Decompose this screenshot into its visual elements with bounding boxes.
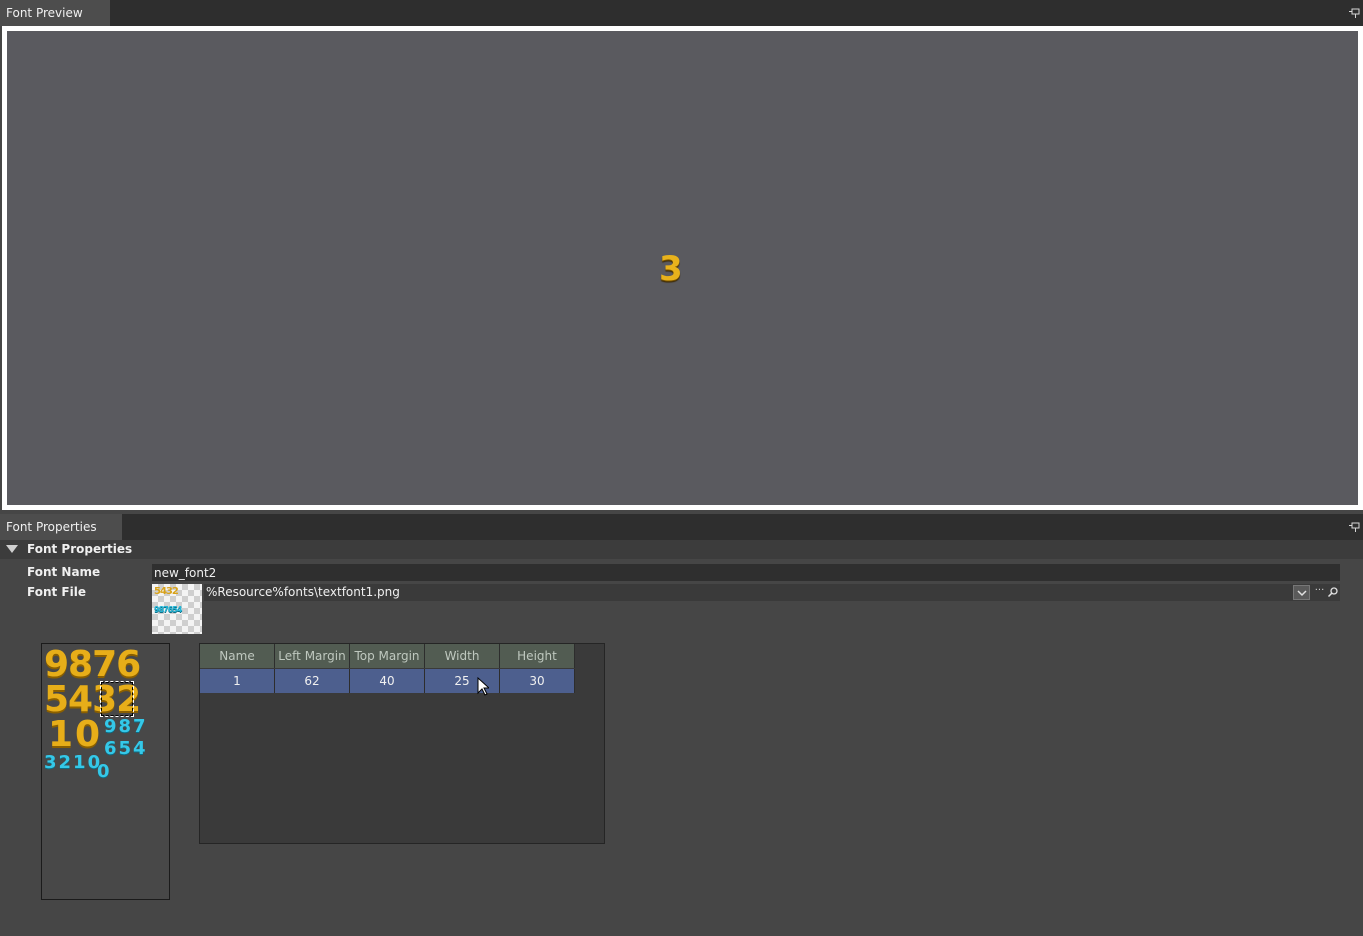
triangle-down-icon[interactable] [6, 545, 18, 553]
font-preview-area: 3 [2, 26, 1363, 510]
atlas-glyphs-row[interactable]: 0 [97, 761, 110, 782]
glyph-table: Name Left Margin Top Margin Width Height… [199, 643, 605, 844]
font-file-thumbnail: 5432 987654 [152, 584, 202, 634]
column-header-height[interactable]: Height [500, 644, 575, 668]
section-header-font-properties[interactable]: Font Properties [0, 540, 1363, 559]
thumbnail-digits-gold: 5432 [154, 586, 179, 597]
font-properties-body: Font Properties Font Name Font File 5432… [0, 540, 1363, 936]
column-header-top-margin[interactable]: Top Margin [350, 644, 425, 668]
cell-left-margin[interactable]: 62 [275, 669, 350, 693]
font-preview-canvas: 3 [7, 31, 1358, 505]
search-icon[interactable] [1327, 586, 1339, 598]
chevron-down-icon [1297, 590, 1307, 597]
cell-top-margin[interactable]: 40 [350, 669, 425, 693]
pin-icon[interactable] [1349, 8, 1360, 19]
font-texture-atlas[interactable]: 9876 5432 10 987 654 3210 0 [41, 643, 170, 900]
font-file-label: Font File [27, 585, 86, 599]
cell-height[interactable]: 30 [500, 669, 575, 693]
cell-name[interactable]: 1 [200, 669, 275, 693]
atlas-glyphs-row[interactable]: 987 [104, 716, 148, 737]
font-file-field[interactable]: %Resource%fonts\textfont1.png [204, 584, 1340, 601]
atlas-glyphs-row[interactable]: 654 [104, 738, 148, 759]
font-preview-tabbar: Font Preview [0, 0, 1363, 26]
preview-glyph: 3 [659, 249, 683, 289]
font-properties-tabbar: Font Properties [0, 514, 1363, 540]
font-name-label: Font Name [27, 565, 101, 579]
glyph-selection-box[interactable] [100, 681, 134, 717]
tab-font-preview[interactable]: Font Preview [0, 0, 110, 26]
atlas-glyphs-row[interactable]: 10 [48, 714, 102, 755]
pin-icon[interactable] [1349, 522, 1360, 533]
column-header-name[interactable]: Name [200, 644, 275, 668]
mouse-cursor-icon [477, 677, 489, 696]
column-header-width[interactable]: Width [425, 644, 500, 668]
column-header-left-margin[interactable]: Left Margin [275, 644, 350, 668]
atlas-glyphs-row[interactable]: 3210 [44, 752, 102, 773]
section-title: Font Properties [27, 542, 133, 556]
font-name-field[interactable] [152, 564, 1340, 581]
thumbnail-digits-cyan: 987654 [154, 605, 182, 614]
tab-font-properties[interactable]: Font Properties [0, 514, 122, 540]
font-file-dropdown-button[interactable] [1293, 585, 1310, 600]
browse-button[interactable]: ··· [1313, 585, 1326, 600]
